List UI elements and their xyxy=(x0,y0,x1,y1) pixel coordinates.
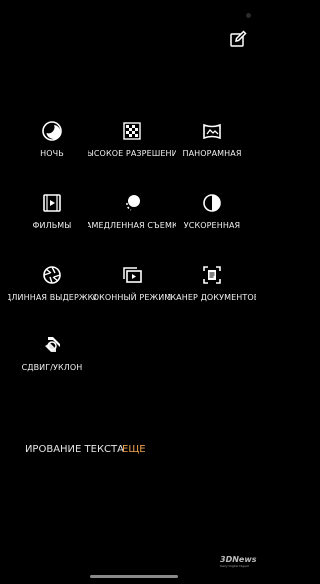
mode-label: СКАНЕР ДОКУМЕНТОВ xyxy=(168,293,256,302)
home-indicator[interactable] xyxy=(90,575,178,578)
mode-high-resolution[interactable]: ВЫСОКОЕ РАЗРЕШЕНИЕ xyxy=(88,120,176,180)
mode-label: ПАНОРАМНАЯ xyxy=(182,149,242,158)
mode-carousel[interactable]: ИРОВАНИЕ ТЕКСТА ЕЩЕ xyxy=(0,444,265,458)
mode-panorama[interactable]: ПАНОРАМНАЯ xyxy=(168,120,256,180)
edit-icon[interactable] xyxy=(229,30,247,48)
time-lapse-icon xyxy=(203,194,221,212)
mode-time-lapse[interactable]: УСКОРЕННАЯ xyxy=(168,192,256,252)
watermark-brand: 3DNews xyxy=(220,555,257,564)
mode-tilt-shift[interactable]: СДВИГ/УКЛОН xyxy=(8,334,96,394)
watermark-tagline: Daily Digital Digest xyxy=(220,564,249,568)
mode-text-scan[interactable]: ИРОВАНИЕ ТЕКСТА xyxy=(25,444,124,455)
mode-movies[interactable]: ФИЛЬМЫ xyxy=(8,192,96,252)
mode-label: ОКОННЫЙ РЕЖИМ xyxy=(92,293,172,302)
mode-more[interactable]: ЕЩЕ xyxy=(122,444,146,455)
watermark-logo: 3DNews Daily Digital Digest xyxy=(220,555,256,568)
mode-label: НОЧЬ xyxy=(40,149,64,158)
camera-indicator-dot xyxy=(246,13,251,18)
long-exposure-icon xyxy=(43,266,61,284)
slow-motion-icon xyxy=(126,195,140,211)
mode-label: ВЫСОКОЕ РАЗРЕШЕНИЕ xyxy=(88,149,176,158)
tilt-shift-icon xyxy=(45,337,60,352)
mode-long-exposure[interactable]: ДЛИННАЯ ВЫДЕРЖКА xyxy=(8,264,96,324)
mode-slow-motion[interactable]: ЗАМЕДЛЕННАЯ СЪЕМКА xyxy=(88,192,176,252)
mode-label: УСКОРЕННАЯ xyxy=(183,221,241,230)
mode-dual-window[interactable]: ОКОННЫЙ РЕЖИМ xyxy=(88,264,176,324)
document-scanner-icon xyxy=(203,266,221,284)
dual-window-icon xyxy=(123,267,142,283)
high-resolution-icon xyxy=(123,122,141,140)
mode-label: ДЛИННАЯ ВЫДЕРЖКА xyxy=(8,293,96,302)
night-moon-icon xyxy=(42,121,62,141)
mode-label: ЗАМЕДЛЕННАЯ СЪЕМКА xyxy=(88,221,176,230)
movie-film-icon xyxy=(43,194,61,212)
mode-document-scanner[interactable]: СКАНЕР ДОКУМЕНТОВ xyxy=(168,264,256,324)
mode-label: СДВИГ/УКЛОН xyxy=(21,363,83,372)
panorama-icon xyxy=(203,123,221,140)
mode-label: ФИЛЬМЫ xyxy=(32,221,72,230)
mode-night[interactable]: НОЧЬ xyxy=(8,120,96,180)
